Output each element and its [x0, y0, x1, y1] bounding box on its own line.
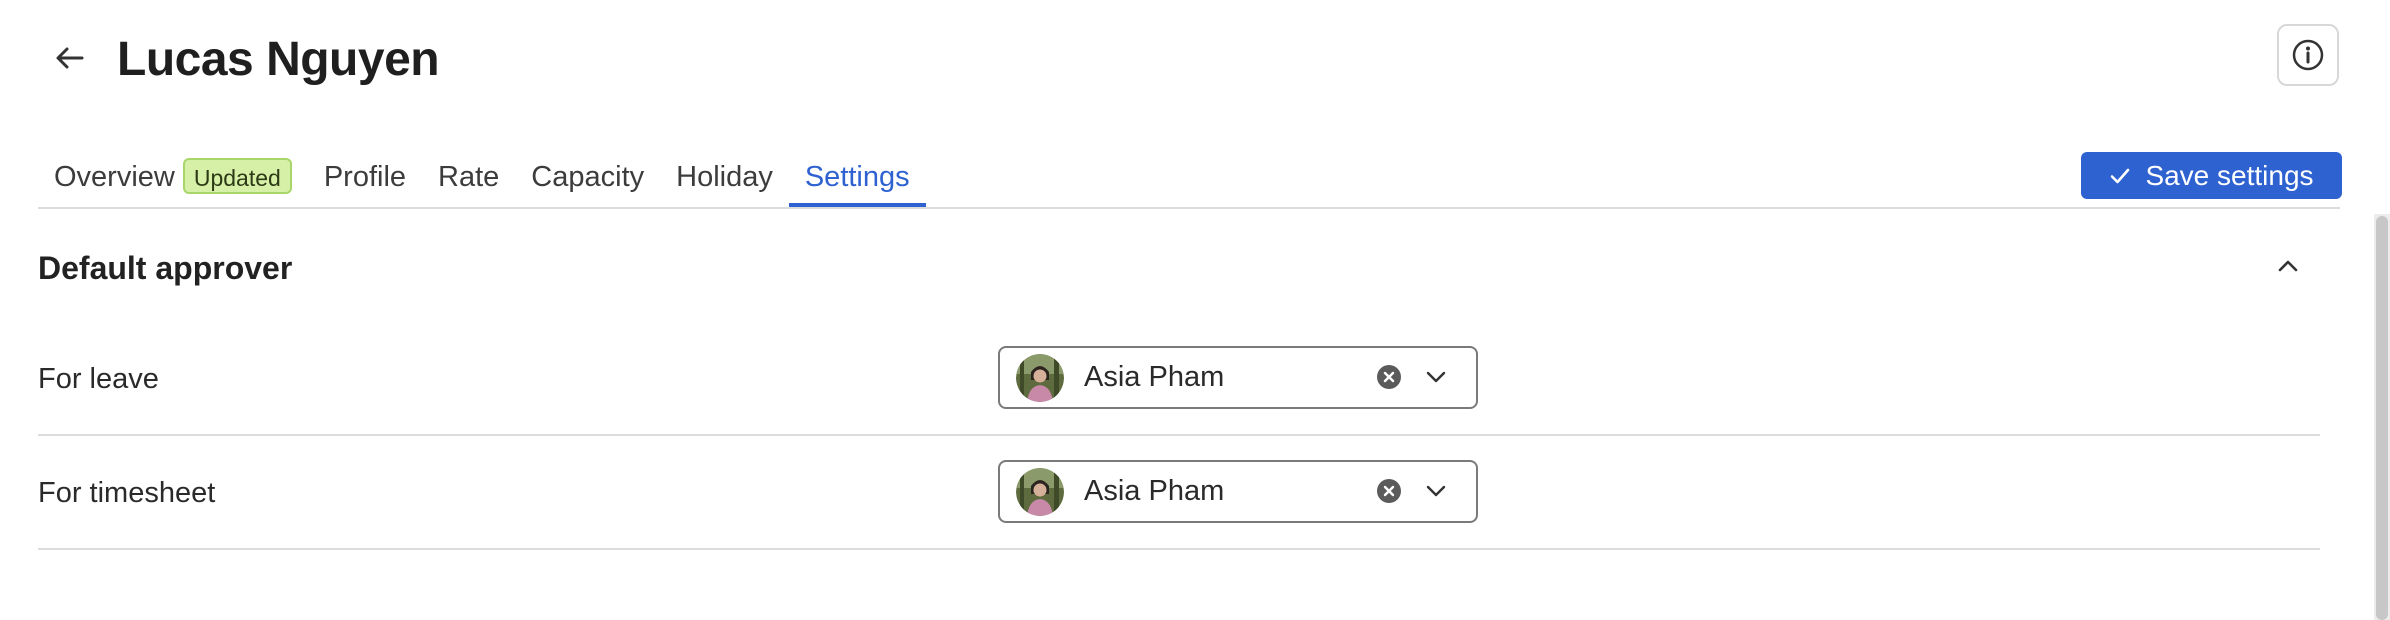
- arrow-left-icon: [56, 47, 84, 69]
- section-title: Default approver: [38, 250, 293, 286]
- save-settings-label: Save settings: [2145, 159, 2314, 191]
- tab-capacity[interactable]: Capacity: [515, 148, 660, 208]
- info-button[interactable]: [2277, 24, 2339, 86]
- selected-approver: Asia Pham: [1084, 361, 1225, 393]
- tab-label: Rate: [438, 161, 500, 193]
- tab-holiday[interactable]: Holiday: [660, 148, 789, 208]
- scrollbar-thumb[interactable]: [2376, 216, 2388, 620]
- approver-row-leave: For leave Asia Pham: [38, 322, 2320, 436]
- avatar: [1016, 354, 1064, 402]
- approver-select-timesheet[interactable]: Asia Pham: [998, 460, 1478, 523]
- tab-label: Holiday: [676, 161, 773, 193]
- clear-selection-button[interactable]: [1375, 477, 1403, 505]
- back-button[interactable]: [50, 38, 90, 78]
- row-label: For leave: [38, 363, 159, 395]
- clear-selection-button[interactable]: [1375, 363, 1403, 391]
- save-settings-button[interactable]: Save settings: [2081, 152, 2342, 199]
- dropdown-toggle[interactable]: [1420, 475, 1452, 507]
- avatar: [1016, 468, 1064, 516]
- tabs-divider: [38, 207, 2340, 209]
- tab-label: Capacity: [531, 161, 645, 193]
- check-icon: [2111, 168, 2130, 183]
- tab-label: Profile: [323, 161, 407, 193]
- tab-settings[interactable]: Settings: [788, 148, 926, 208]
- tab-overview[interactable]: Overview Updated: [38, 148, 308, 208]
- chevron-down-icon: [1426, 371, 1446, 383]
- tab-label: Settings: [804, 161, 910, 193]
- selected-approver: Asia Pham: [1084, 475, 1225, 507]
- tab-profile[interactable]: Profile: [308, 148, 422, 208]
- page-title: Lucas Nguyen: [117, 33, 440, 86]
- chevron-down-icon: [1426, 485, 1446, 497]
- tab-bar: Overview Updated Profile Rate Capacity H…: [38, 148, 926, 208]
- chevron-up-icon: [2278, 260, 2298, 272]
- info-circle-icon: [2292, 39, 2324, 71]
- row-label: For timesheet: [38, 477, 216, 509]
- close-circle-icon: [1377, 365, 1401, 389]
- approver-select-leave[interactable]: Asia Pham: [998, 346, 1478, 409]
- tab-label: Overview: [54, 161, 175, 193]
- tab-rate[interactable]: Rate: [422, 148, 515, 208]
- dropdown-toggle[interactable]: [1420, 361, 1452, 393]
- approver-row-timesheet: For timesheet Asia Pham: [38, 436, 2320, 550]
- collapse-section-button[interactable]: [2270, 248, 2306, 284]
- updated-badge: Updated: [182, 158, 292, 194]
- close-circle-icon: [1377, 479, 1401, 503]
